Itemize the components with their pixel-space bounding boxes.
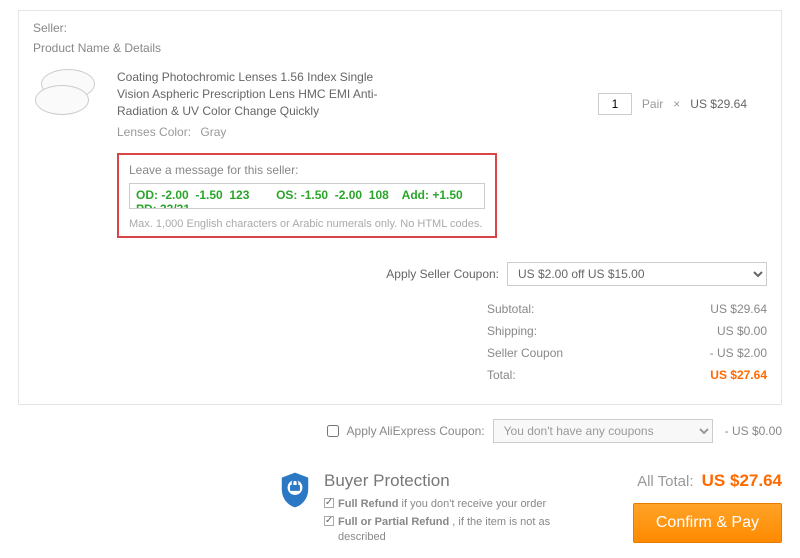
bp-line2-strong: Full or Partial Refund [338,516,449,528]
ali-coupon-checkbox[interactable] [327,425,339,437]
subtotal-value: US $29.64 [710,302,767,316]
product-row: Coating Photochromic Lenses 1.56 Index S… [33,69,397,139]
check-icon: ✓ [324,498,334,508]
buyer-protection-box: Buyer Protection ✓ Full Refund if you do… [278,471,568,547]
product-name: Coating Photochromic Lenses 1.56 Index S… [117,69,397,119]
seller-coupon-select[interactable]: US $2.00 off US $15.00 [507,262,767,286]
order-box: Seller: Product Name & Details Coating P… [18,10,782,405]
lens-color-value: Gray [200,125,226,139]
bp-line1-rest: if you don't receive your order [399,498,547,510]
confirm-pay-button[interactable]: Confirm & Pay [633,503,782,543]
message-hint: Max. 1,000 English characters or Arabic … [129,218,485,230]
shipping-label: Shipping: [487,324,537,338]
seller-coupon-label: Apply Seller Coupon: [386,267,499,281]
total-value: US $27.64 [710,368,767,382]
seller-coupon-value: - US $2.00 [710,346,767,360]
all-total-value: US $27.64 [702,471,782,490]
seller-message-box: Leave a message for this seller: Max. 1,… [117,153,497,238]
all-total-label: All Total: [637,473,693,490]
ali-coupon-select[interactable]: You don't have any coupons [493,419,713,443]
buyer-protection-title: Buyer Protection [324,471,568,491]
total-label: Total: [487,368,516,382]
unit-price: US $29.64 [690,97,747,111]
ali-coupon-label: Apply AliExpress Coupon: [347,424,485,438]
shipping-value: US $0.00 [717,324,767,338]
check-icon: ✓ [324,516,334,526]
bp-line1-strong: Full Refund [338,498,399,510]
ali-coupon-amount: - US $0.00 [725,424,782,438]
quantity-input[interactable] [598,93,632,115]
product-header: Product Name & Details [33,41,767,55]
product-thumbnail [33,69,101,121]
unit-label: Pair [642,97,663,111]
seller-label: Seller: [33,21,767,35]
qty-price-area: Pair × US $29.64 [598,69,767,139]
message-label: Leave a message for this seller: [129,163,485,177]
subtotal-label: Subtotal: [487,302,534,316]
shield-icon [278,471,312,509]
lens-color-label: Lenses Color: [117,125,191,139]
seller-coupon-row-label: Seller Coupon [487,346,563,360]
times-symbol: × [673,97,680,111]
seller-message-input[interactable] [129,183,485,209]
